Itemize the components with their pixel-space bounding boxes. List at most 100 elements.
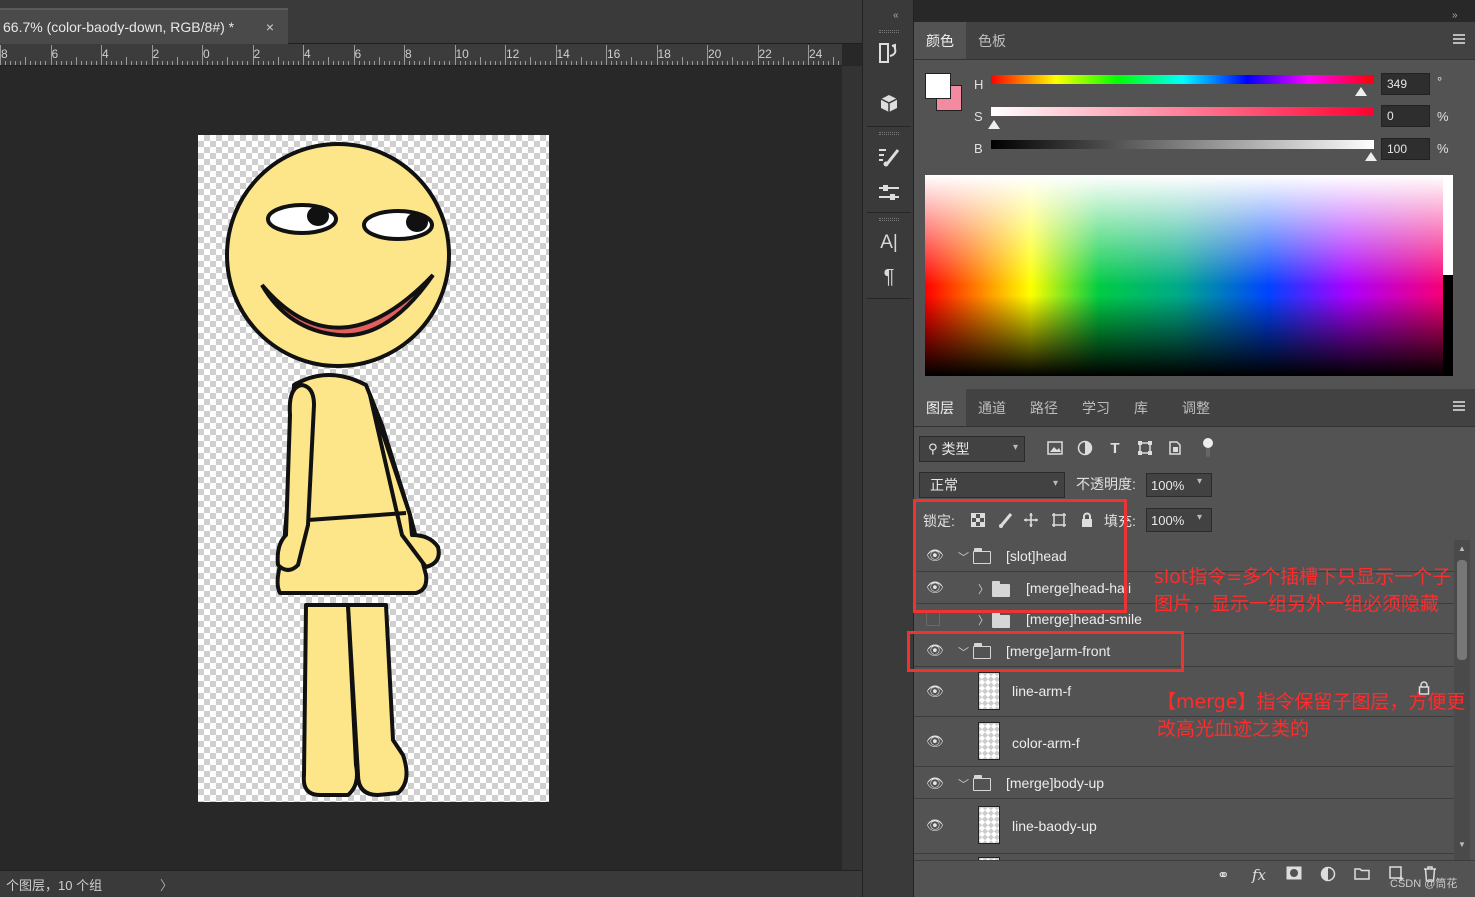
chevron-right-icon[interactable]: 〉 (978, 612, 989, 628)
3d-icon[interactable] (871, 88, 907, 118)
eye-icon[interactable]: 👁 (926, 775, 944, 792)
ruler-tick (651, 61, 653, 65)
ruler-tick (727, 61, 729, 65)
hue-slider[interactable] (991, 75, 1374, 84)
ruler-tick (499, 61, 501, 65)
tab-paths[interactable]: 路径 (1018, 389, 1070, 426)
tab-color[interactable]: 颜色 (914, 22, 966, 59)
filter-toggle-icon[interactable] (1198, 438, 1218, 458)
eye-icon[interactable]: 👁 (926, 683, 944, 700)
ruler-label: 20 (708, 47, 722, 61)
ruler-tick (297, 61, 299, 65)
layers-panel-menu-icon[interactable] (1453, 401, 1465, 411)
brightness-unit: % (1437, 141, 1449, 156)
hue-slider-thumb[interactable] (1355, 87, 1367, 96)
history-icon[interactable] (871, 38, 907, 68)
layer-row[interactable]: 👁 line-baody-up (914, 799, 1454, 854)
hue-value-input[interactable]: 349 (1381, 73, 1430, 95)
fx-icon[interactable]: fx (1252, 866, 1266, 884)
blend-mode-select[interactable]: 正常 ▾ (919, 472, 1065, 498)
paragraph-icon[interactable]: ¶ (871, 262, 907, 292)
layers-panel-tabs: 图层 通道 路径 学习 库 调整 (914, 389, 1475, 427)
scroll-up-icon[interactable]: ▲ (1458, 544, 1466, 553)
tab-layers[interactable]: 图层 (914, 389, 966, 426)
image-filter-icon[interactable] (1045, 438, 1065, 458)
visibility-toggle[interactable] (926, 612, 940, 626)
tab-libraries[interactable]: 库 (1122, 389, 1160, 426)
color-spectrum-ramp[interactable] (925, 175, 1453, 376)
tab-swatches[interactable]: 色板 (966, 22, 1018, 59)
ruler-tick (20, 61, 22, 65)
layer-row[interactable]: 👁 ﹀ [merge]body-up (914, 767, 1454, 799)
brush-settings-icon[interactable] (871, 142, 907, 172)
eye-icon[interactable]: 👁 (926, 733, 944, 750)
ruler-tick (227, 57, 229, 65)
ruler-tick (303, 45, 304, 65)
type-filter-icon[interactable]: T (1105, 438, 1125, 458)
ruler-tick (661, 61, 663, 65)
close-tab-icon[interactable]: × (266, 19, 274, 35)
layer-filter-select[interactable]: ⚲ 类型 ▾ (919, 436, 1025, 462)
ruler-tick (464, 61, 466, 65)
ruler-tick (424, 61, 426, 65)
brightness-slider-thumb[interactable] (1365, 152, 1377, 161)
saturation-slider-thumb[interactable] (988, 120, 1000, 129)
mask-icon[interactable] (1286, 866, 1302, 884)
foreground-color-swatch[interactable] (925, 73, 951, 99)
smart-object-filter-icon[interactable] (1165, 438, 1185, 458)
canvas-scrollbar[interactable] (842, 66, 862, 870)
search-icon: ⚲ (928, 441, 938, 456)
watermark: CSDN @筒花 (1390, 878, 1458, 890)
fill-input[interactable]: 100% (1146, 508, 1212, 532)
ruler-tick (161, 61, 163, 65)
ramp-black-swatch[interactable] (1443, 275, 1453, 376)
merge-highlight-box (907, 631, 1184, 672)
color-panel-menu-icon[interactable] (1453, 34, 1465, 44)
ramp-white-swatch[interactable] (1443, 175, 1453, 275)
ruler-tick (560, 61, 562, 65)
collapse-right-icon[interactable]: » (1452, 10, 1458, 21)
dock-grip[interactable] (879, 132, 899, 135)
chevron-down-icon[interactable]: ▾ (1197, 512, 1202, 523)
ruler-tick (5, 61, 7, 65)
chevron-down-icon: ▾ (1052, 478, 1058, 489)
ruler-tick (838, 61, 840, 65)
ruler-tick (40, 61, 42, 65)
ruler-tick (126, 57, 128, 65)
brightness-slider[interactable] (991, 140, 1374, 149)
folder-icon[interactable] (1354, 866, 1370, 884)
brightness-value-input[interactable]: 100 (1381, 138, 1430, 160)
adjustment-filter-icon[interactable] (1075, 438, 1095, 458)
scroll-down-icon[interactable]: ▼ (1458, 840, 1466, 849)
character-icon[interactable]: A| (871, 228, 907, 258)
ruler-label: 18 (657, 47, 671, 61)
tab-learn[interactable]: 学习 (1070, 389, 1122, 426)
saturation-label: S (974, 109, 983, 124)
chevron-down-icon[interactable]: ▾ (1197, 476, 1202, 487)
ruler-tick (636, 61, 638, 65)
artboard[interactable] (198, 135, 549, 802)
adjustment-icon[interactable] (1320, 866, 1336, 886)
tab-adjustments[interactable]: 调整 (1160, 389, 1222, 426)
ruler-tick (580, 57, 582, 65)
collapse-left-icon[interactable]: « (893, 10, 899, 21)
link-icon[interactable]: ⚭ (1217, 866, 1230, 884)
ruler-tick (555, 45, 557, 65)
opacity-input[interactable]: 100% (1146, 473, 1212, 497)
saturation-slider[interactable] (991, 107, 1374, 116)
ruler-tick (267, 61, 269, 65)
ruler-tick (515, 61, 517, 65)
saturation-value-input[interactable]: 0 (1381, 105, 1430, 127)
tab-channels[interactable]: 通道 (966, 389, 1018, 426)
ruler-tick (186, 61, 188, 65)
document-tab[interactable]: 66.7% (color-baody-down, RGB/8#) * × (0, 8, 288, 44)
eye-icon[interactable]: 👁 (926, 817, 944, 834)
shape-filter-icon[interactable] (1135, 438, 1155, 458)
ruler-tick (454, 45, 456, 65)
dock-grip[interactable] (879, 30, 899, 33)
tool-presets-icon[interactable] (871, 178, 907, 208)
chevron-down-icon[interactable]: ﹀ (958, 776, 969, 792)
dock-grip[interactable] (879, 218, 899, 221)
ruler-tick (171, 61, 173, 65)
status-chevron-icon[interactable]: 〉 (160, 875, 173, 894)
